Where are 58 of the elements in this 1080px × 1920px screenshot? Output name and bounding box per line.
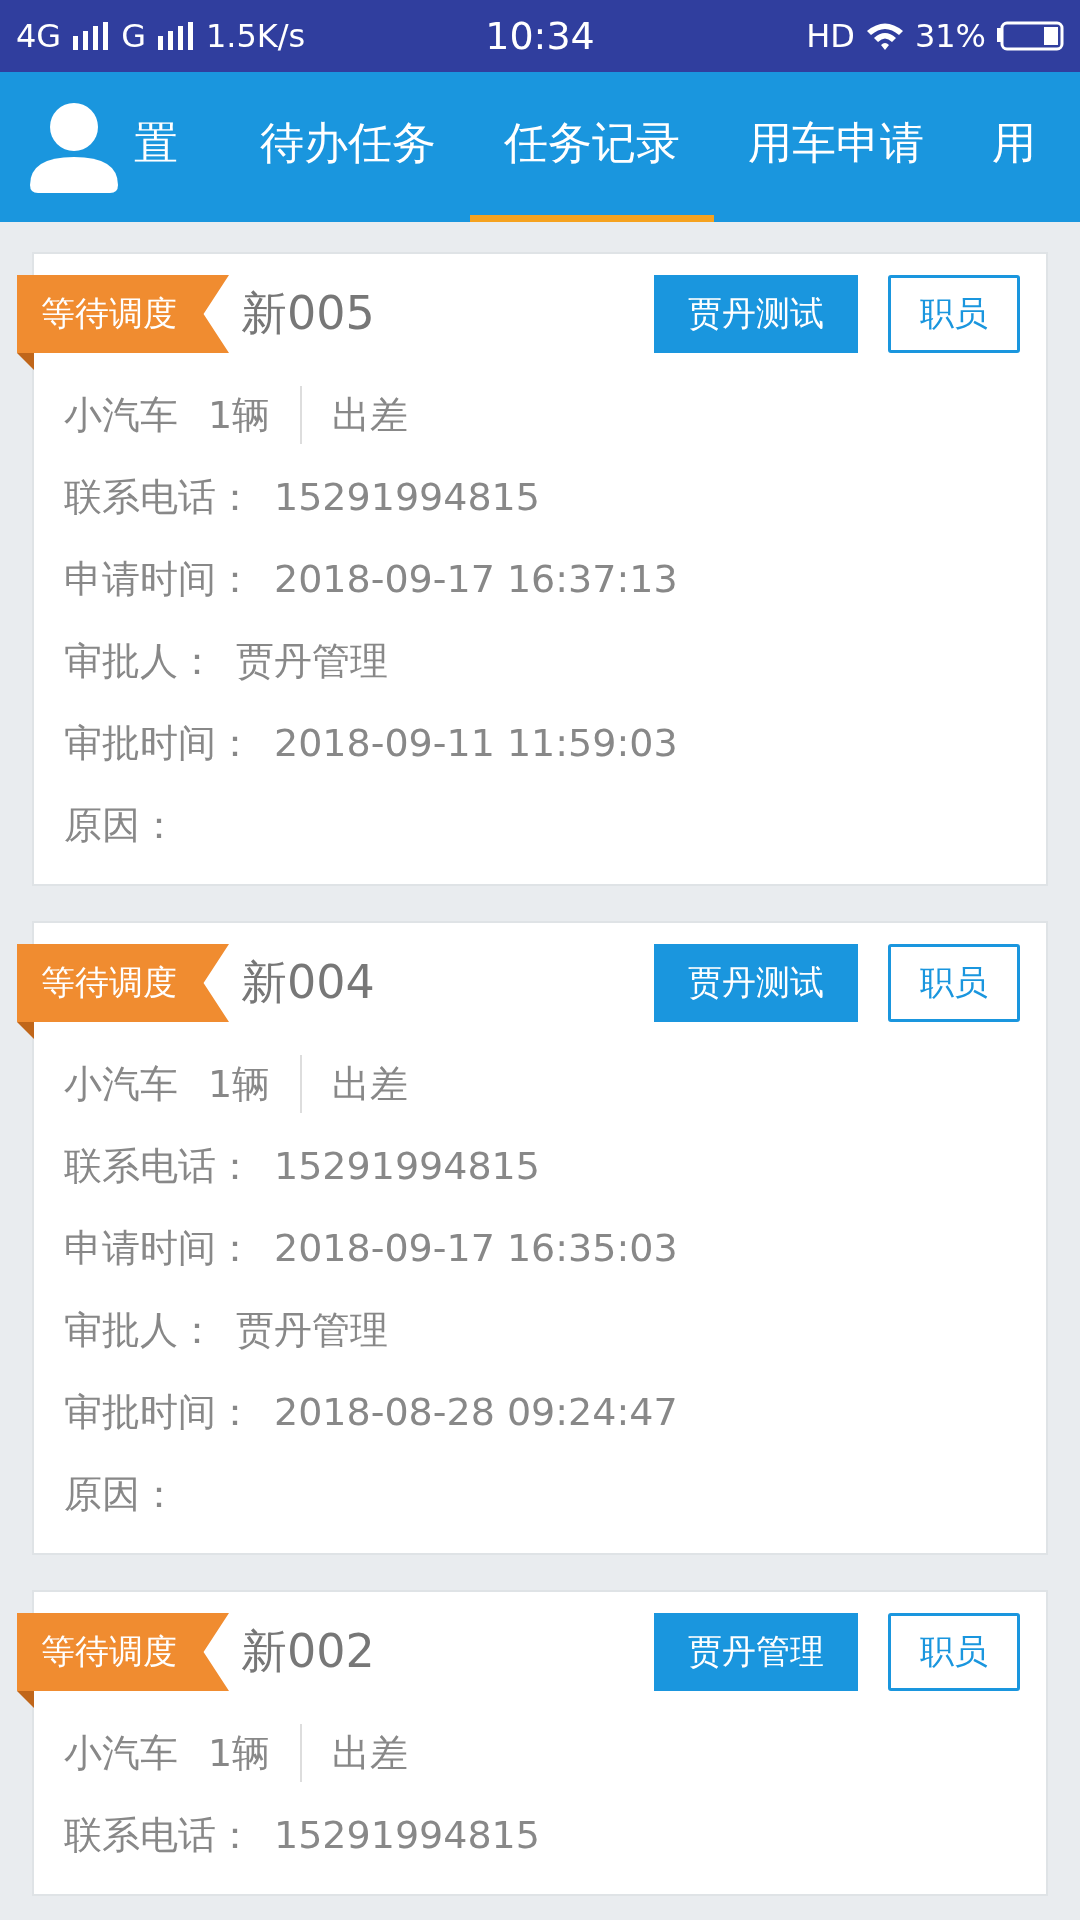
ribbon-fold <box>17 1691 34 1708</box>
field-label: 原因： <box>64 1470 178 1518</box>
trip-purpose: 出差 <box>332 1060 409 1108</box>
network-label: 4G <box>16 17 62 55</box>
field-value: 15291994815 <box>274 1813 540 1857</box>
signal-icon <box>155 22 196 50</box>
role-button[interactable]: 职员 <box>888 275 1020 353</box>
record-title: 新002 <box>241 1623 376 1680</box>
field-value: 贾丹管理 <box>236 637 388 685</box>
battery-icon <box>996 21 1064 51</box>
nav-tab[interactable]: 任务记录 <box>470 72 714 222</box>
field-label: 申请时间： <box>64 555 254 603</box>
vehicle-type: 小汽车 <box>64 1729 178 1777</box>
field-label: 审批时间： <box>64 1388 254 1436</box>
assignee-button[interactable]: 贾丹测试 <box>654 275 858 353</box>
assignee-button[interactable]: 贾丹测试 <box>654 944 858 1022</box>
field-label: 联系电话： <box>64 1811 254 1859</box>
trip-purpose: 出差 <box>332 1729 409 1777</box>
network-label: G <box>121 17 146 55</box>
clock: 10:34 <box>485 14 595 58</box>
record-title: 新005 <box>241 285 376 342</box>
field-value: 15291994815 <box>274 475 540 519</box>
field-value: 15291994815 <box>274 1144 540 1188</box>
status-tag: 等待调度 <box>17 275 229 353</box>
assignee-button[interactable]: 贾丹管理 <box>654 1613 858 1691</box>
speed-text: 1.5K/s <box>205 17 306 55</box>
field-value: 2018-09-11 11:59:03 <box>274 721 678 765</box>
vehicle-count: 1辆 <box>208 391 271 439</box>
hd-label: HD <box>806 17 855 55</box>
field-label: 申请时间： <box>64 1224 254 1272</box>
field-label: 审批人： <box>64 637 216 685</box>
trip-purpose: 出差 <box>332 391 409 439</box>
battery-text: 31% <box>914 17 986 55</box>
field-value: 2018-09-17 16:37:13 <box>274 557 678 601</box>
field-label: 联系电话： <box>64 473 254 521</box>
field-label: 原因： <box>64 801 178 849</box>
role-button[interactable]: 职员 <box>888 944 1020 1022</box>
avatar-icon[interactable] <box>28 101 120 193</box>
role-button[interactable]: 职员 <box>888 1613 1020 1691</box>
nav-tab[interactable]: 置 <box>120 72 226 222</box>
field-value: 2018-08-28 09:24:47 <box>274 1390 678 1434</box>
ribbon-fold <box>17 353 34 370</box>
vehicle-type: 小汽车 <box>64 1060 178 1108</box>
field-label: 联系电话： <box>64 1142 254 1190</box>
status-tag: 等待调度 <box>17 944 229 1022</box>
field-value: 2018-09-17 16:35:03 <box>274 1226 678 1270</box>
nav-tab[interactable]: 待办任务 <box>226 72 470 222</box>
nav-tab[interactable]: 用 <box>958 72 1070 222</box>
status-tag: 等待调度 <box>17 1613 229 1691</box>
vehicle-type: 小汽车 <box>64 391 178 439</box>
ribbon-fold <box>17 1022 34 1039</box>
vehicle-count: 1辆 <box>208 1060 271 1108</box>
field-value: 贾丹管理 <box>236 1306 388 1354</box>
record-title: 新004 <box>241 954 376 1011</box>
nav-tab[interactable]: 用车申请 <box>714 72 958 222</box>
vehicle-count: 1辆 <box>208 1729 271 1777</box>
field-label: 审批时间： <box>64 719 254 767</box>
field-label: 审批人： <box>64 1306 216 1354</box>
